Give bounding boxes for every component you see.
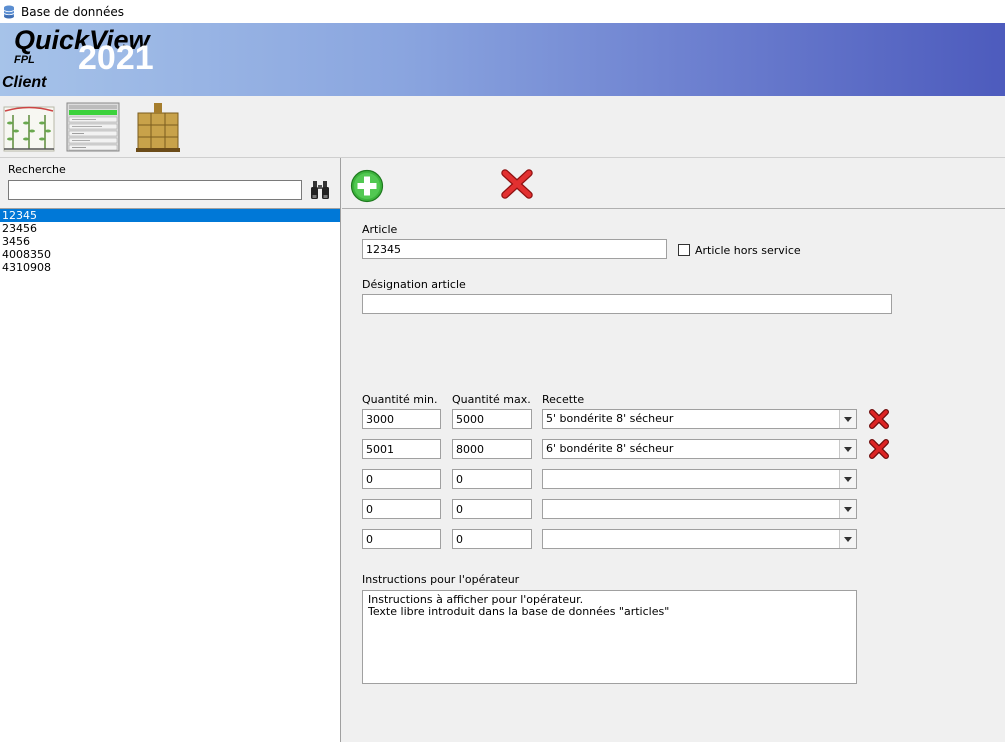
recette-select[interactable]: 6' bondérite 8' sécheur [542,439,857,459]
designation-input[interactable] [362,294,892,314]
article-input[interactable] [362,239,667,259]
delete-button[interactable] [501,169,533,199]
qmin-input[interactable] [362,499,441,519]
detail-toolbar [342,158,1005,209]
qmax-input[interactable] [452,409,532,429]
chevron-down-icon[interactable] [839,440,856,458]
qmax-input[interactable] [452,529,532,549]
title-bar: Base de données [0,0,1005,23]
binoculars-icon[interactable] [310,179,330,201]
brand-fpl: FPL [14,54,35,66]
recette-value: 6' bondérite 8' sécheur [546,442,674,455]
recette-select[interactable]: 5' bondérite 8' sécheur [542,409,857,429]
qmax-input[interactable] [452,439,532,459]
add-button[interactable] [350,169,384,203]
list-item[interactable]: 4310908 [0,261,340,274]
delete-row-icon[interactable] [868,408,890,430]
window-title: Base de données [21,4,125,19]
app-banner: QuickView FPL 2021 Client [0,23,1005,96]
search-label: Recherche [8,163,66,176]
hors-service-label: Article hors service [695,244,801,257]
article-detail-pane: Article Article hors service Désignation… [342,158,1005,742]
qmin-label: Quantité min. [362,393,438,406]
hors-service-checkbox[interactable] [678,244,690,256]
article-list-pane: Recherche 12345 23456 3456 4008350 4310908 [0,158,341,742]
main-toolbar [0,96,1005,158]
recette-select[interactable] [542,529,857,549]
article-label: Article [362,223,398,236]
list-item[interactable]: 12345 [0,209,340,222]
instructions-textarea[interactable]: Instructions à afficher pour l'opérateur… [362,590,857,684]
chevron-down-icon[interactable] [839,530,856,548]
search-input[interactable] [8,180,302,200]
list-item[interactable]: 23456 [0,222,340,235]
designation-label: Désignation article [362,278,466,291]
recette-label: Recette [542,393,585,406]
list-item[interactable]: 3456 [0,235,340,248]
recette-select[interactable] [542,499,857,519]
pallet-icon[interactable] [134,101,182,153]
qmin-input[interactable] [362,469,441,489]
chevron-down-icon[interactable] [839,410,856,428]
qmax-input[interactable] [452,499,532,519]
qmin-input[interactable] [362,529,441,549]
qmax-input[interactable] [452,469,532,489]
brand-year: 2021 [78,39,154,77]
process-list-icon[interactable] [66,101,120,153]
database-icon [3,5,15,18]
qmin-input[interactable] [362,439,441,459]
list-item[interactable]: 4008350 [0,248,340,261]
recette-value: 5' bondérite 8' sécheur [546,412,674,425]
article-list[interactable]: 12345 23456 3456 4008350 4310908 [0,208,340,742]
chevron-down-icon[interactable] [839,470,856,488]
chevron-down-icon[interactable] [839,500,856,518]
plant-icon[interactable] [3,101,55,153]
recette-select[interactable] [542,469,857,489]
qmin-input[interactable] [362,409,441,429]
client-label: Client [2,74,47,91]
qmax-label: Quantité max. [452,393,531,406]
delete-row-icon[interactable] [868,438,890,460]
instructions-label: Instructions pour l'opérateur [362,573,520,586]
